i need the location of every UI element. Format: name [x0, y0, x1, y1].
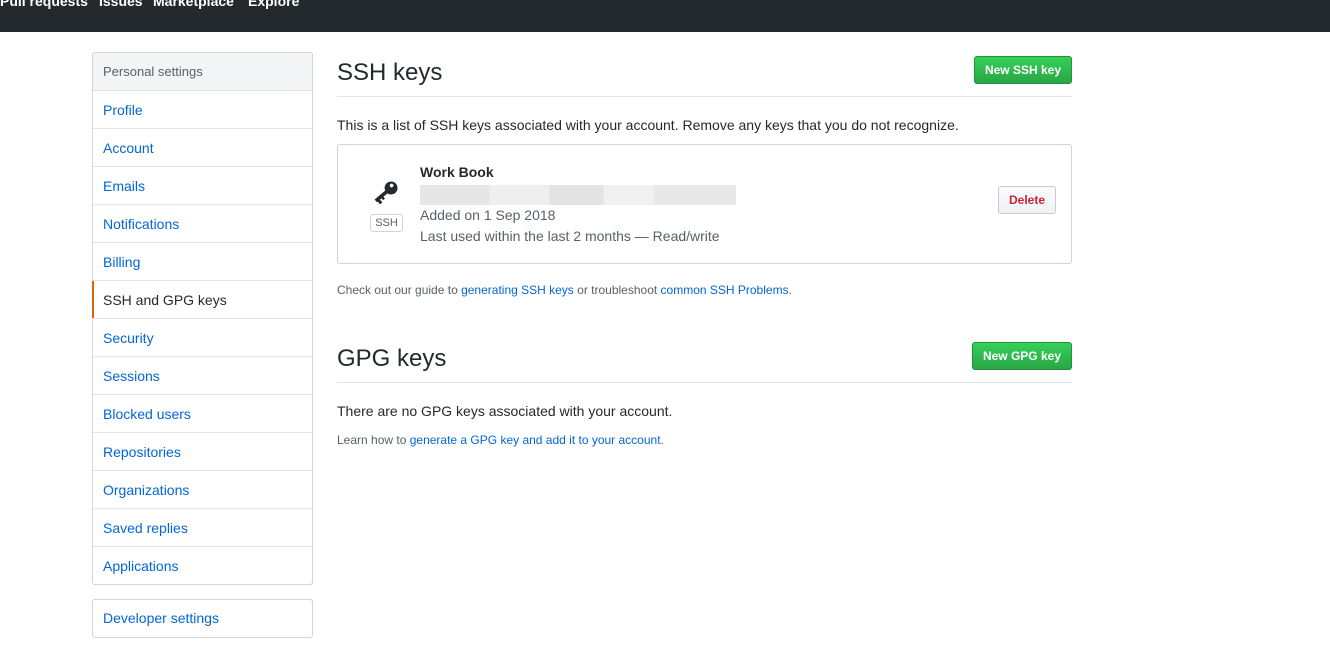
- gpg-learn-note: Learn how to generate a GPG key and add …: [337, 433, 664, 447]
- generating-ssh-keys-link[interactable]: generating SSH keys: [461, 283, 574, 297]
- sidebar-item-saved-replies[interactable]: Saved replies: [93, 509, 312, 547]
- sidebar-item-ssh-gpg-keys[interactable]: SSH and GPG keys: [92, 281, 312, 319]
- ssh-guide-note: Check out our guide to generating SSH ke…: [337, 283, 792, 297]
- ssh-keys-title: SSH keys: [337, 59, 443, 86]
- nav-explore[interactable]: Explore: [248, 0, 299, 9]
- sidebar-item-sessions[interactable]: Sessions: [93, 357, 312, 395]
- sidebar-item-notifications[interactable]: Notifications: [93, 205, 312, 243]
- gpg-learn-prefix: Learn how to: [337, 433, 410, 447]
- developer-settings-box: Developer settings: [92, 599, 313, 638]
- gpg-empty-text: There are no GPG keys associated with yo…: [337, 403, 673, 419]
- ssh-key-title: Work Book: [420, 164, 494, 180]
- ssh-guide-middle: or troubleshoot: [573, 283, 661, 297]
- new-ssh-key-button[interactable]: New SSH key: [973, 56, 1072, 84]
- sidebar-item-applications[interactable]: Applications: [93, 547, 312, 584]
- gpg-section-header: GPG keys New GPG key: [337, 338, 1072, 383]
- generate-gpg-key-link[interactable]: generate a GPG key and add it to your ac…: [410, 433, 661, 447]
- sidebar-item-developer-settings[interactable]: Developer settings: [93, 600, 312, 637]
- gpg-section: GPG keys New GPG key There are no GPG ke…: [337, 338, 1072, 447]
- nav-issues[interactable]: Issues: [99, 0, 143, 9]
- sidebar-item-organizations[interactable]: Organizations: [93, 471, 312, 509]
- ssh-guide-suffix: .: [788, 283, 792, 297]
- key-icon: [370, 179, 404, 209]
- ssh-key-list-item: SSH Work Book Added on 1 Sep 2018 Last u…: [337, 144, 1072, 264]
- ssh-intro-text: This is a list of SSH keys associated wi…: [337, 117, 959, 133]
- ssh-badge: SSH: [370, 214, 403, 232]
- gpg-learn-suffix: .: [660, 433, 664, 447]
- gpg-keys-title: GPG keys: [337, 345, 447, 372]
- sidebar-item-blocked-users[interactable]: Blocked users: [93, 395, 312, 433]
- ssh-guide-prefix: Check out our guide to: [337, 283, 462, 297]
- common-ssh-problems-link[interactable]: common SSH Problems: [661, 283, 789, 297]
- main-content: SSH keys New SSH key This is a list of S…: [337, 52, 1072, 447]
- nav-marketplace[interactable]: Marketplace: [153, 0, 234, 9]
- sidebar-item-emails[interactable]: Emails: [93, 167, 312, 205]
- delete-ssh-key-button[interactable]: Delete: [998, 186, 1056, 214]
- sidebar-item-account[interactable]: Account: [93, 129, 312, 167]
- ssh-section-header: SSH keys New SSH key: [337, 52, 1072, 97]
- sidebar-item-security[interactable]: Security: [93, 319, 312, 357]
- ssh-key-fingerprint-redacted: [420, 185, 736, 205]
- new-gpg-key-button[interactable]: New GPG key: [971, 342, 1072, 370]
- sidebar-header: Personal settings: [93, 53, 312, 91]
- sidebar-item-repositories[interactable]: Repositories: [93, 433, 312, 471]
- nav-pull-requests[interactable]: Pull requests: [0, 0, 88, 9]
- ssh-key-last-used: Last used within the last 2 months — Rea…: [420, 228, 720, 244]
- top-navigation-bar: Pull requests Issues Marketplace Explore: [0, 0, 1330, 32]
- sidebar-item-profile[interactable]: Profile: [93, 91, 312, 129]
- sidebar-item-billing[interactable]: Billing: [93, 243, 312, 281]
- settings-sidebar: Personal settings Profile Account Emails…: [92, 52, 313, 585]
- ssh-key-added-date: Added on 1 Sep 2018: [420, 207, 556, 223]
